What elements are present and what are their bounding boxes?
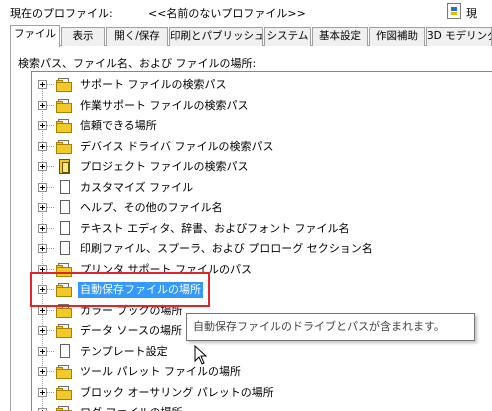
tab-display[interactable]: 表示	[61, 27, 105, 46]
tree-connector-line	[47, 125, 54, 126]
expand-plus-icon[interactable]	[38, 121, 47, 130]
current-profile-value: <<名前のないプロファイル>>	[148, 7, 306, 20]
tab-files[interactable]: ファイル	[10, 25, 60, 47]
tab-system[interactable]: システム	[264, 27, 311, 46]
folder-stack-icon	[56, 139, 73, 154]
tree-connector-line	[47, 145, 54, 147]
folder-stack-icon	[56, 77, 73, 92]
current-profile-label: 現在のプロファイル:	[10, 7, 113, 20]
expand-plus-icon[interactable]	[38, 346, 47, 356]
tree-item-label[interactable]: ブロック オーサリング パレットの場所	[78, 385, 276, 401]
tree-item[interactable]: ログ ファイルの場所	[32, 403, 492, 411]
expand-plus-icon[interactable]	[38, 182, 47, 192]
current-drawing-label: 現	[466, 7, 477, 20]
tree-item[interactable]: ヘルプ、その他のファイル名	[32, 198, 492, 218]
tab-plot-publish[interactable]: 印刷とパブリッシュ	[169, 27, 263, 46]
expand-plus-icon[interactable]	[38, 326, 47, 335]
page-icon	[56, 179, 73, 195]
tree-item-label[interactable]: プロジェクト ファイルの検索パス	[78, 159, 251, 175]
tree-item-label[interactable]: ツール パレット ファイルの場所	[78, 364, 243, 380]
tree-item[interactable]: 印刷ファイル、スプーラ、および プロローグ セクション名	[32, 239, 492, 259]
page-icon	[56, 343, 73, 359]
tree-item[interactable]: デバイス ドライバ ファイルの検索パス	[32, 137, 492, 157]
expand-plus-icon[interactable]	[38, 203, 47, 212]
expand-plus-icon[interactable]	[38, 244, 47, 253]
tree-connector-line	[47, 207, 54, 208]
tree-connector-line	[47, 371, 54, 372]
folder-stack-icon	[56, 323, 73, 338]
tree-item[interactable]: 作業サポート ファイルの検索パス	[32, 96, 492, 116]
expand-plus-icon[interactable]	[38, 387, 47, 397]
tree-item[interactable]: ツール パレット ファイルの場所	[32, 362, 492, 382]
tab-open-save[interactable]: 開く/保存	[106, 27, 168, 46]
tooltip: 自動保存ファイルのドライブとパスが含まれます。	[186, 313, 475, 341]
tree-connector-line	[47, 186, 54, 188]
expand-plus-icon[interactable]	[38, 367, 47, 376]
tree-item[interactable]: ブロック オーサリング パレットの場所	[32, 383, 492, 403]
expand-plus-icon[interactable]	[38, 141, 47, 151]
tree-connector-line	[47, 248, 54, 249]
tab-drafting[interactable]: 作図補助	[369, 27, 425, 46]
tree-item-label[interactable]: 信頼できる場所	[78, 118, 159, 134]
tree-connector-line	[47, 268, 54, 270]
tree-item[interactable]: サポート ファイルの検索パス	[32, 75, 492, 95]
profile-bar: 現在のプロファイル: <<名前のないプロファイル>> 現	[0, 0, 492, 22]
tree-connector-line	[47, 104, 54, 106]
folder-stack-icon	[56, 385, 73, 400]
tree-connector-line	[47, 309, 54, 311]
tree-item-label[interactable]: ログ ファイルの場所	[78, 405, 185, 411]
tree-item[interactable]: カスタマイズ ファイル	[32, 178, 492, 198]
expand-plus-icon[interactable]	[38, 100, 47, 110]
tree-item[interactable]: テンプレート設定	[32, 342, 492, 362]
folder-stack-icon	[56, 405, 73, 411]
tree-item[interactable]: テキスト エディタ、辞書、およびフォント ファイル名	[32, 219, 492, 239]
tree-item-label[interactable]: 作業サポート ファイルの検索パス	[78, 98, 251, 114]
tree-item-label[interactable]: テキスト エディタ、辞書、およびフォント ファイル名	[78, 221, 352, 237]
tree-item-label[interactable]: ヘルプ、その他のファイル名	[78, 200, 225, 216]
tab-user-preferences[interactable]: 基本設定	[312, 27, 368, 46]
page-icon	[56, 220, 73, 236]
tree-connector-line	[47, 84, 54, 85]
tree-caption: 検索パス、ファイル名、および ファイルの場所:	[18, 57, 257, 70]
tree-item-label[interactable]: データ ソースの場所	[78, 323, 184, 339]
mouse-cursor-icon	[194, 345, 208, 365]
tree-connector-line	[47, 227, 54, 229]
page-icon	[56, 241, 73, 256]
folder-stack-icon	[56, 118, 73, 133]
page-icon	[56, 200, 73, 215]
tab-3d-modeling[interactable]: 3D モデリング	[426, 27, 492, 46]
expand-plus-icon[interactable]	[38, 223, 47, 233]
tree-connector-line	[47, 350, 54, 352]
expand-plus-icon[interactable]	[38, 162, 47, 171]
tree-item[interactable]: 信頼できる場所	[32, 116, 492, 136]
tree-connector-line	[47, 330, 54, 331]
tree-connector-line	[47, 391, 54, 393]
folder-stack-icon	[56, 98, 73, 113]
tree-item-label[interactable]: サポート ファイルの検索パス	[78, 77, 229, 93]
drawing-file-icon	[447, 3, 461, 19]
tree-item-label[interactable]: テンプレート設定	[78, 344, 170, 360]
tree-connector-line	[47, 166, 54, 167]
folder-stack-icon	[56, 364, 73, 379]
file-location-tree[interactable]: サポート ファイルの検索パス作業サポート ファイルの検索パス 信頼できる場所デバイ…	[31, 71, 492, 411]
tree-item-label[interactable]: カスタマイズ ファイル	[78, 180, 195, 196]
expand-plus-icon[interactable]	[38, 80, 47, 89]
highlight-annotation	[30, 272, 210, 307]
options-tabbar: ファイル 表示 開く/保存 印刷とパブリッシュ システム 基本設定 作図補助 3…	[10, 25, 492, 47]
project-icon	[56, 159, 73, 174]
tree-item-label[interactable]: デバイス ドライバ ファイルの検索パス	[78, 139, 275, 155]
tree-item-label[interactable]: 印刷ファイル、スプーラ、および プロローグ セクション名	[78, 241, 375, 257]
tree-item[interactable]: プロジェクト ファイルの検索パス	[32, 157, 492, 177]
